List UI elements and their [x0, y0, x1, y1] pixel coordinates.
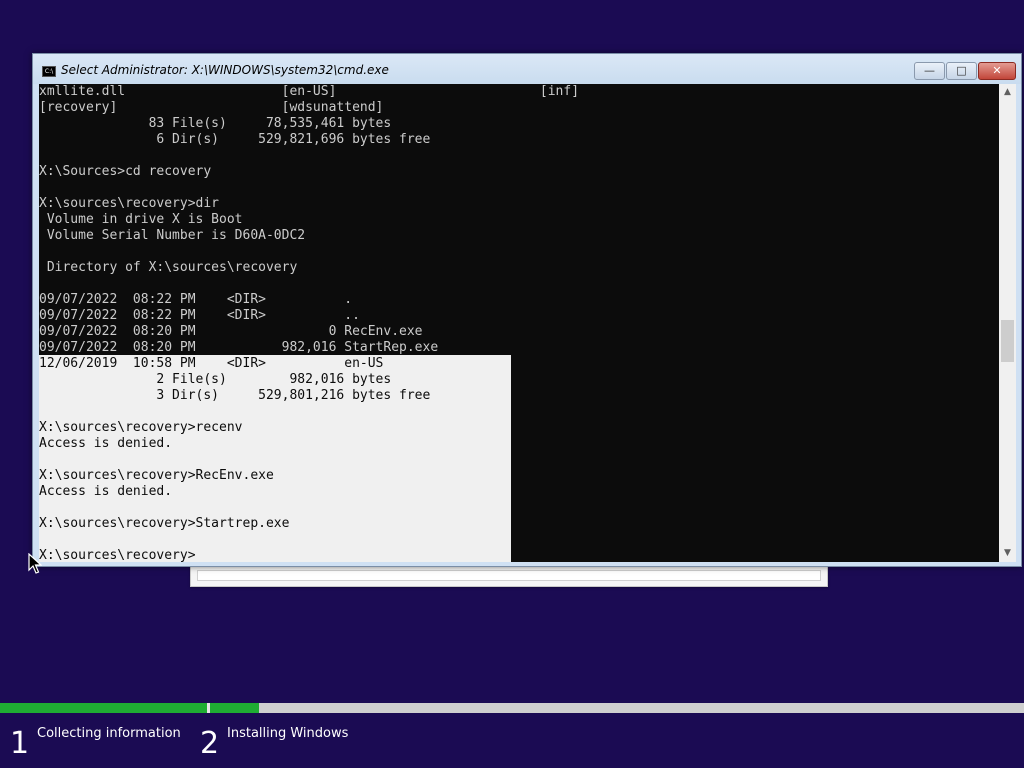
vertical-scrollbar[interactable]: ▲ ▼	[999, 84, 1016, 562]
step-2-progress-fill	[210, 703, 259, 713]
console-line: X:\sources\recovery>RecEnv.exe	[39, 468, 274, 483]
console-line: Access is denied.	[39, 484, 173, 499]
console-line: Volume Serial Number is D60A-0DC2	[39, 228, 306, 243]
title-bar[interactable]: C:\ Select Administrator: X:\WINDOWS\sys…	[33, 54, 1021, 84]
mouse-pointer-icon	[28, 553, 42, 574]
console-line: X:\Sources>cd recovery	[39, 164, 212, 179]
console-output[interactable]: xmllite.dll [en-US] [inf] [recovery] [wds…	[39, 84, 999, 562]
console-lines: xmllite.dll [en-US] [inf] [recovery] [wds…	[39, 84, 579, 562]
console-line: Access is denied.	[39, 436, 173, 451]
console-line: 83 File(s) 78,535,461 bytes	[39, 116, 392, 131]
console-line: xmllite.dll [en-US] [inf]	[39, 84, 580, 99]
setup-progress-bar	[0, 703, 1024, 713]
console-line: X:\sources\recovery>	[39, 548, 196, 562]
window-title: Select Administrator: X:\WINDOWS\system3…	[61, 63, 389, 77]
minimize-button[interactable]: —	[914, 62, 945, 80]
step-2-label: Installing Windows	[227, 726, 349, 741]
console-line: Volume in drive X is Boot	[39, 212, 243, 227]
step-1-label: Collecting information	[37, 726, 181, 741]
console-line: Directory of X:\sources\recovery	[39, 260, 298, 275]
close-icon: ✕	[992, 64, 1002, 77]
console-line: X:\sources\recovery>dir	[39, 196, 220, 211]
console-line: 09/07/2022 08:20 PM 0 RecEnv.exe	[39, 324, 423, 339]
close-button[interactable]: ✕	[978, 62, 1016, 80]
cmd-window[interactable]: C:\ Select Administrator: X:\WINDOWS\sys…	[32, 53, 1022, 567]
console-line: 09/07/2022 08:22 PM <DIR> ..	[39, 308, 360, 323]
maximize-icon: □	[956, 64, 967, 77]
console-line: 09/07/2022 08:20 PM 982,016 StartRep.exe	[39, 340, 439, 355]
console-line: 6 Dir(s) 529,821,696 bytes free	[39, 132, 431, 147]
scroll-down-icon[interactable]: ▼	[999, 545, 1016, 562]
maximize-button[interactable]: □	[946, 62, 977, 80]
scroll-up-icon[interactable]: ▲	[999, 84, 1016, 101]
step-1-progress-fill	[0, 703, 207, 713]
console-line: X:\sources\recovery>Startrep.exe	[39, 516, 290, 531]
step-2-progress	[210, 703, 1024, 713]
setup-dialog-field	[197, 570, 821, 581]
console-line: [recovery] [wdsunattend]	[39, 100, 384, 115]
step-1-progress	[0, 703, 207, 713]
scroll-thumb[interactable]	[1001, 320, 1014, 362]
console-line: 2 File(s) 982,016 bytes	[39, 372, 392, 387]
step-2-number: 2	[200, 726, 220, 761]
console-line: 12/06/2019 10:58 PM <DIR> en-US	[39, 356, 384, 371]
minimize-icon: —	[924, 64, 935, 77]
console-line: X:\sources\recovery>recenv	[39, 420, 243, 435]
console-line: 09/07/2022 08:22 PM <DIR> .	[39, 292, 353, 307]
cmd-icon[interactable]: C:\	[42, 66, 56, 77]
step-1-number: 1	[10, 726, 30, 761]
console-line: 3 Dir(s) 529,801,216 bytes free	[39, 388, 431, 403]
